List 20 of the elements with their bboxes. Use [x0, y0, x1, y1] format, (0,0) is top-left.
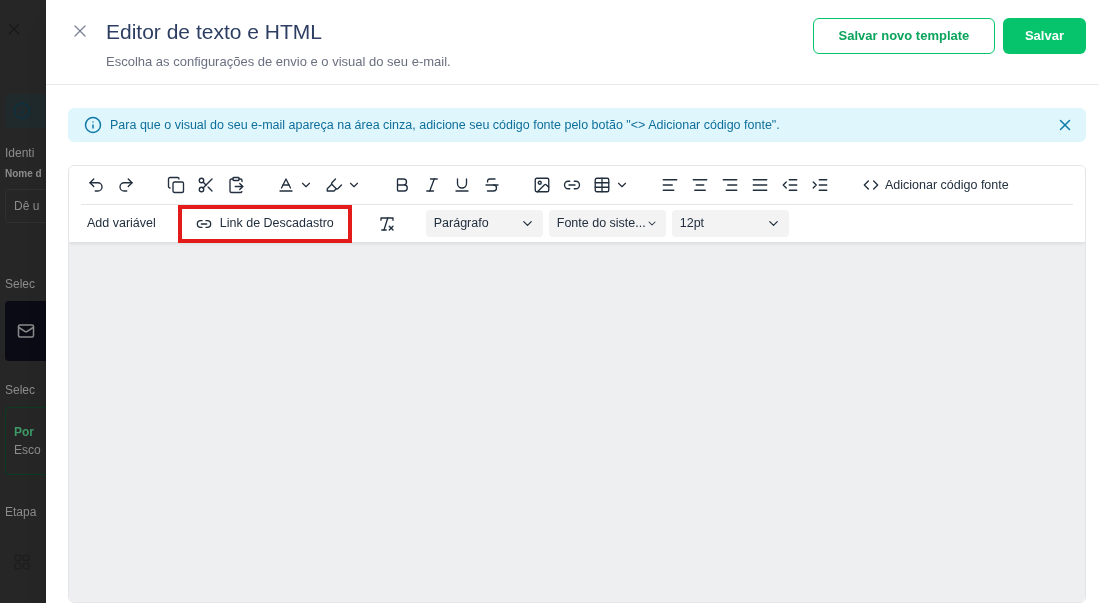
section-title: Selec — [5, 382, 37, 399]
section-title: Identi — [5, 145, 36, 162]
dropdown-select[interactable]: Fonte do siste... — [548, 210, 666, 237]
code-icon — [863, 177, 879, 193]
alert-text: Para que o visual do seu e-mail apareça na área cinza, adicione seu código fonte pelo botão "<> Adicionar código fonte". — [110, 116, 781, 134]
field-label: Nome d — [5, 167, 43, 181]
section-title: Selec — [5, 276, 37, 293]
section-title: Etapa — [5, 504, 38, 521]
drawer-title: Editor de texto e HTML — [106, 19, 323, 45]
add-variable-button[interactable]: Add variável — [81, 209, 162, 238]
dropdown-select[interactable]: Parágrafo — [425, 210, 543, 237]
unsubscribe-link-button[interactable]: Link de Descadastro — [177, 204, 352, 243]
source-code-button[interactable]: Adicionar código fonte — [855, 171, 1017, 199]
info-icon — [84, 116, 102, 134]
dropdown-select[interactable]: 12pt — [671, 210, 789, 237]
mail-icon — [17, 322, 35, 340]
card-subtitle: Esco — [14, 442, 42, 459]
card-title: Por — [14, 424, 35, 441]
drawer-subtitle: Escolha as configurações de envio e o visual do seu e-mail. — [106, 53, 452, 71]
email-channel-card[interactable] — [5, 301, 46, 361]
